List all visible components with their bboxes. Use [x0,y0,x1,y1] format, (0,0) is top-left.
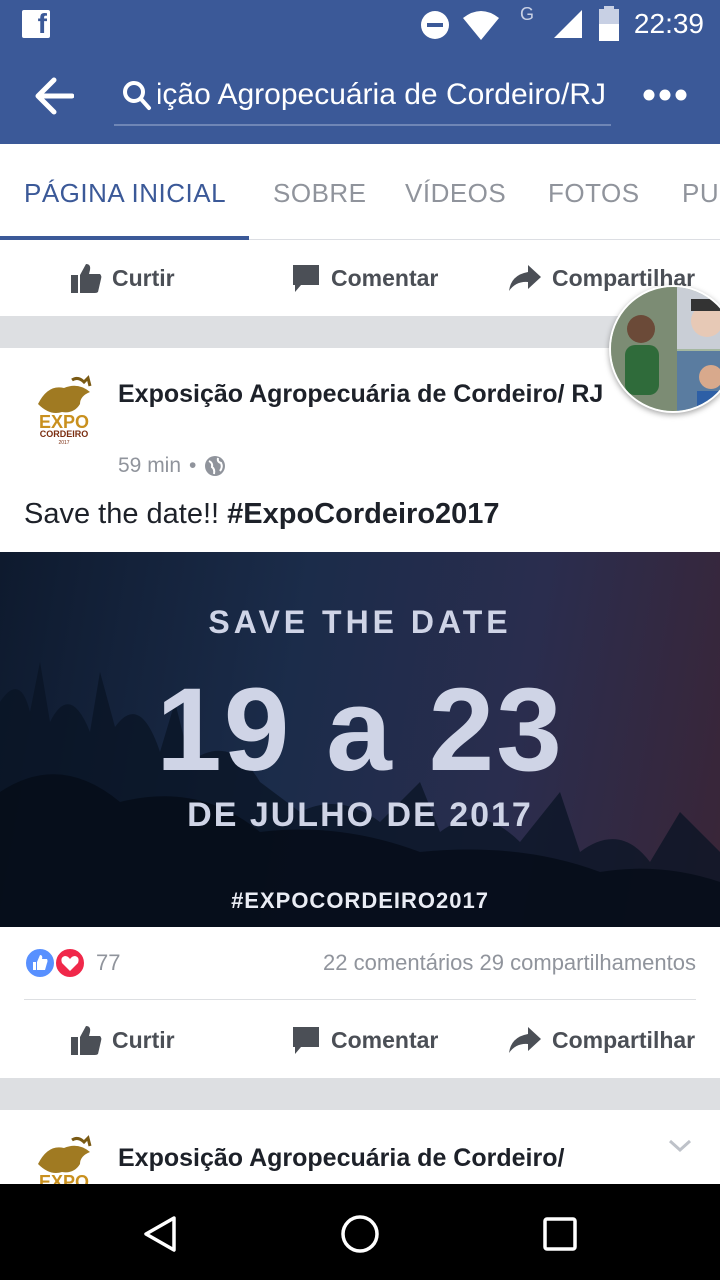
android-nav-bar [0,1184,720,1280]
share-label: Compartilhar [552,1026,696,1053]
comment-icon [293,1027,319,1054]
tab-sobre[interactable]: SOBRE [273,178,367,209]
post-text-body: Save the date!! [24,498,228,530]
reaction-icons [24,947,86,979]
reaction-count: 77 [96,950,121,975]
like-label: Curtir [112,264,175,291]
banner-hashtag: #EXPOCORDEIRO2017 [231,888,489,913]
share-icon [509,265,541,291]
chevron-down-icon[interactable] [668,1138,692,1154]
comment-label: Comentar [331,1026,439,1053]
signal-icon [554,10,582,38]
post-time[interactable]: 59 min [118,454,181,478]
post-stats: 22 comentários 29 compartilhamentos [323,950,696,976]
back-arrow-icon[interactable] [34,76,74,116]
home-nav-icon[interactable] [340,1214,380,1254]
tab-pagina-inicial[interactable]: PÁGINA INICIAL [24,178,226,209]
wifi-icon [463,11,499,40]
like-icon [71,264,102,293]
logo-subtext: CORDEIRO [40,429,89,439]
toolbar: Exposição Agropecuária de Cordeiro/RJ [0,48,720,144]
network-type: G [520,4,535,24]
tab-publicacoes[interactable]: PU [682,178,719,209]
page-tabs: PÁGINA INICIAL SOBRE VÍDEOS FOTOS PU [0,144,720,240]
comment-label: Comentar [331,264,439,291]
post-hashtag[interactable]: #ExpoCordeiro2017 [227,498,499,530]
post-text: Save the date!! #ExpoCordeiro2017 [24,498,500,531]
reactions-summary[interactable]: 77 [24,946,120,980]
back-nav-icon[interactable] [140,1214,180,1254]
share-icon [509,1027,541,1053]
comments-count[interactable]: 22 comentários [323,950,473,975]
facebook-notification-icon: f [22,8,50,39]
globe-icon [205,456,226,476]
like-button[interactable]: Curtir [70,1002,175,1078]
share-button[interactable]: Compartilhar [508,1002,695,1078]
status-bar: f G 22:39 [0,0,720,48]
logo-text: EXPO [39,1172,89,1184]
group-avatar [611,287,720,411]
post-page-name[interactable]: Exposição Agropecuária de Cordeiro/ [118,1140,618,1176]
search-icon [123,81,151,110]
like-button[interactable]: Curtir [70,240,175,316]
tab-fotos[interactable]: FOTOS [548,178,640,209]
logo-year: 2017 [58,440,69,446]
banner-dates: 19 a 23 [156,664,564,796]
previous-post-actions: Curtir Comentar Compartilhar [0,240,720,316]
divider [24,999,696,1000]
post-meta: 59 min • [118,454,226,478]
post-image[interactable]: SAVE THE DATE 19 a 23 DE JULHO DE 2017 #… [0,552,720,927]
search-field[interactable]: Exposição Agropecuária de Cordeiro/RJ [114,70,611,126]
tab-videos[interactable]: VÍDEOS [405,178,506,209]
search-text: Exposição Agropecuária de Cordeiro/RJ [158,78,606,111]
comment-button[interactable]: Comentar [291,240,438,316]
next-post-card: EXPO Exposição Agropecuária de Cordeiro/ [0,1110,720,1184]
like-label: Curtir [112,1026,175,1053]
clock: 22:39 [633,8,704,39]
meta-separator: • [189,454,197,477]
comment-button[interactable]: Comentar [291,1002,438,1078]
like-icon [71,1026,102,1055]
post-page-name[interactable]: Exposição Agropecuária de Cordeiro/ RJ [118,376,618,412]
recents-nav-icon[interactable] [542,1216,578,1252]
shares-count[interactable]: 29 compartilhamentos [480,950,696,975]
banner-month-year: DE JULHO DE 2017 [187,796,533,834]
battery-icon [599,6,619,41]
do-not-disturb-icon [421,11,449,39]
post-actions: Curtir Comentar Compartilhar [0,1002,720,1078]
more-options-icon[interactable] [643,88,687,102]
page-logo[interactable]: EXPO [28,1134,100,1184]
banner-line-1: SAVE THE DATE [208,604,512,640]
comment-icon [293,265,319,292]
post-card: EXPO CORDEIRO 2017 Exposição Agropecuári… [0,348,720,1078]
page-logo[interactable]: EXPO CORDEIRO 2017 [28,374,100,446]
